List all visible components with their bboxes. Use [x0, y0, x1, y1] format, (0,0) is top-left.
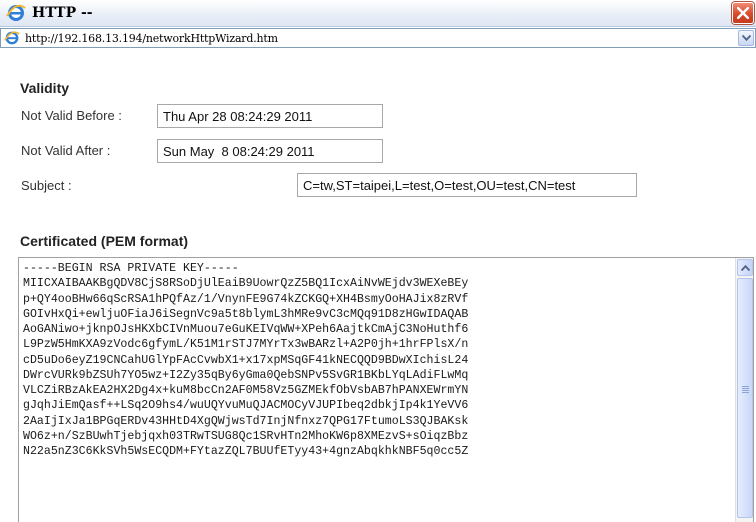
pem-line: DWrcVURk9bZSUh7YO5wz+I2Zy35qBy6yGma0QebS… [23, 368, 469, 382]
subject-label: Subject : [21, 178, 72, 193]
pem-line: WO6z+n/SzBUwhTjebjqxh03TRwTSUG8Qc1SRvHTn… [23, 429, 469, 443]
not-valid-before-field[interactable]: Thu Apr 28 08:24:29 2011 [157, 104, 383, 128]
certificate-heading: Certificated (PEM format) [20, 233, 189, 249]
not-valid-after-field[interactable]: Sun May 8 08:24:29 2011 [157, 139, 383, 163]
pem-line: -----BEGIN RSA PRIVATE KEY----- [23, 262, 239, 275]
scroll-up-button[interactable] [737, 259, 753, 276]
pem-line: AoGANiwo+jknpOJsHKXbCIVnMuou7eGuKEIVqWW+… [23, 323, 469, 336]
not-valid-after-label: Not Valid After : [21, 143, 111, 158]
close-icon [737, 7, 749, 19]
address-url[interactable]: http://192.168.13.194/networkHttpWizard.… [25, 32, 278, 45]
address-dropdown-button[interactable] [738, 30, 754, 46]
validity-heading: Validity [20, 80, 70, 96]
chevron-down-icon [742, 35, 751, 41]
pem-line: N22a5nZ3C6KkSVh5WsECQDM+FYtazZQL7BUUfETy… [23, 445, 469, 458]
window-titlebar: HTTP -- [0, 0, 756, 27]
scroll-thumb[interactable] [737, 278, 753, 518]
scroll-grip-icon [742, 386, 749, 393]
address-bar[interactable]: http://192.168.13.194/networkHttpWizard.… [0, 28, 756, 48]
pem-line: p+QY4ooBHw66qScRSA1hPQfAz/1/VnynFE9G74kZ… [23, 292, 469, 306]
pem-line: GOIvHxQi+ewljuOFiaJ6iSegnVc9a5t8blymL3hM… [23, 307, 469, 321]
pem-textarea[interactable]: -----BEGIN RSA PRIVATE KEY----- MIICXAIBA… [18, 257, 754, 522]
pem-line: cD5uDo6eyZ19CNCahUGlYpFAcCvwbX1+x17xpMSq… [23, 353, 469, 367]
not-valid-before-label: Not Valid Before : [21, 108, 122, 123]
chevron-up-icon [741, 265, 750, 271]
pem-line: 2AaIjIxJa1BPGqERDv43HHtD4XgQWjwsTd7InjNf… [23, 414, 469, 428]
close-button[interactable] [732, 2, 754, 24]
internet-explorer-icon [6, 3, 26, 23]
pem-scrollbar[interactable] [735, 258, 753, 522]
page-icon [4, 30, 20, 46]
pem-line: MIICXAIBAAKBgQDV8CjS8RSoDjUlEaiB9UowrQzZ… [23, 277, 469, 291]
pem-line: gJqhJiEmQasf++LSq2O9hs4/wuUQYvuMuQJACMOC… [23, 399, 469, 413]
subject-field[interactable]: C=tw,ST=taipei,L=test,O=test,OU=test,CN=… [297, 173, 637, 197]
pem-content[interactable]: -----BEGIN RSA PRIVATE KEY----- MIICXAIBA… [23, 261, 731, 459]
pem-line: VLCZiRBzAkEA2HX2Dg4x+kuM8bcCn2AF0M58Vz5G… [23, 384, 469, 397]
window-title: HTTP -- [32, 5, 93, 21]
pem-line: L9PzW5HmKXA9zVodc6gfymL/K51M1rSTJ7MYrTx3… [23, 338, 469, 352]
